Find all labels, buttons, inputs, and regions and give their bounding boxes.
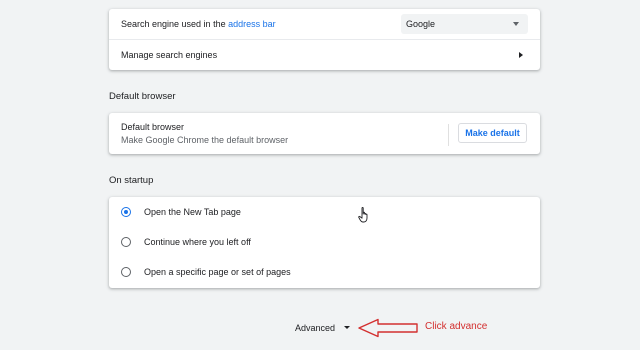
on-startup-section-title: On startup xyxy=(109,175,154,186)
default-browser-card: Default browser Make Google Chrome the d… xyxy=(109,113,540,154)
vertical-separator xyxy=(448,124,449,146)
on-startup-card: Open the New Tab page Continue where you… xyxy=(109,197,540,288)
startup-option-label: Continue where you left off xyxy=(144,237,251,247)
chevron-down-icon[interactable] xyxy=(344,326,350,329)
default-browser-section-title: Default browser xyxy=(109,91,176,102)
default-browser-subtitle: Make Google Chrome the default browser xyxy=(121,135,289,145)
radio-selected-icon[interactable] xyxy=(121,207,131,217)
radio-unselected-icon[interactable] xyxy=(121,267,131,277)
search-engine-card: Search engine used in the address bar Go… xyxy=(109,9,540,70)
startup-option-continue[interactable]: Continue where you left off xyxy=(109,227,540,257)
search-engine-label: Search engine used in the address bar xyxy=(121,19,276,29)
radio-unselected-icon[interactable] xyxy=(121,237,131,247)
manage-search-engines-row[interactable]: Manage search engines xyxy=(109,40,540,70)
annotation-arrow-icon xyxy=(358,318,418,338)
chevron-down-icon xyxy=(513,22,519,26)
hand-cursor-icon xyxy=(358,207,368,223)
manage-search-engines-label: Manage search engines xyxy=(121,50,218,60)
startup-option-label: Open a specific page or set of pages xyxy=(144,267,291,277)
default-browser-title: Default browser xyxy=(121,122,185,132)
startup-option-new-tab[interactable]: Open the New Tab page xyxy=(109,197,540,227)
search-engine-row: Search engine used in the address bar Go… xyxy=(109,9,540,39)
address-bar-link[interactable]: address bar xyxy=(228,19,276,29)
search-engine-select[interactable]: Google xyxy=(401,14,528,34)
startup-option-specific-pages[interactable]: Open a specific page or set of pages xyxy=(109,257,540,287)
startup-option-label: Open the New Tab page xyxy=(144,207,241,217)
arrow-right-icon xyxy=(519,52,523,58)
advanced-link[interactable]: Advanced xyxy=(295,323,335,333)
search-engine-selected-value: Google xyxy=(406,19,436,29)
make-default-button[interactable]: Make default xyxy=(458,123,527,143)
annotation-text: Click advance xyxy=(425,321,488,332)
